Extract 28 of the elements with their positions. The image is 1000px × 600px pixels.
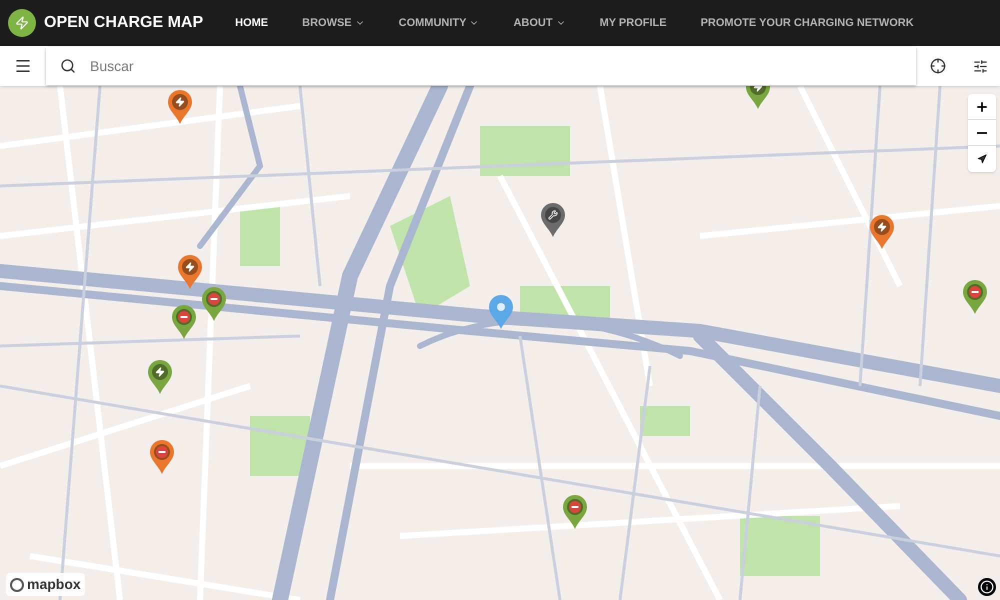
map[interactable]: mapbox	[0, 86, 1000, 600]
mapbox-logo-icon	[10, 578, 24, 592]
nav-link[interactable]: COMMUNITY	[386, 14, 492, 32]
plus-icon	[975, 100, 989, 114]
map-pin-icon[interactable]	[201, 286, 227, 322]
brand-link[interactable]: OPEN CHARGE MAP	[44, 11, 204, 35]
info-icon	[980, 580, 994, 594]
map-pin-icon[interactable]	[167, 89, 193, 125]
map-pin-icon[interactable]	[177, 254, 203, 290]
sliders-icon	[972, 58, 988, 74]
search-icon	[60, 58, 76, 74]
map-pin-icon[interactable]	[869, 214, 895, 250]
map-pin-icon[interactable]	[149, 439, 175, 475]
nav-link[interactable]: MY PROFILE	[588, 14, 679, 32]
nav-link[interactable]: BROWSE	[290, 14, 377, 32]
map-pin-icon[interactable]	[562, 494, 588, 530]
nav-link[interactable]: HOME	[223, 14, 280, 32]
crosshair-icon	[930, 58, 946, 74]
search-field[interactable]: Buscar	[90, 56, 902, 76]
map-pin-icon[interactable]	[171, 304, 197, 340]
compass-icon	[977, 154, 987, 164]
minus-icon	[977, 132, 987, 134]
nav-link[interactable]: ABOUT	[501, 14, 578, 32]
nav-link[interactable]: PROMOTE YOUR CHARGING NETWORK	[688, 14, 926, 32]
map-pin-icon[interactable]	[962, 279, 988, 315]
map-pin-icon[interactable]	[540, 202, 566, 238]
map-pin-icon[interactable]	[147, 359, 173, 395]
menu-icon	[14, 57, 32, 75]
